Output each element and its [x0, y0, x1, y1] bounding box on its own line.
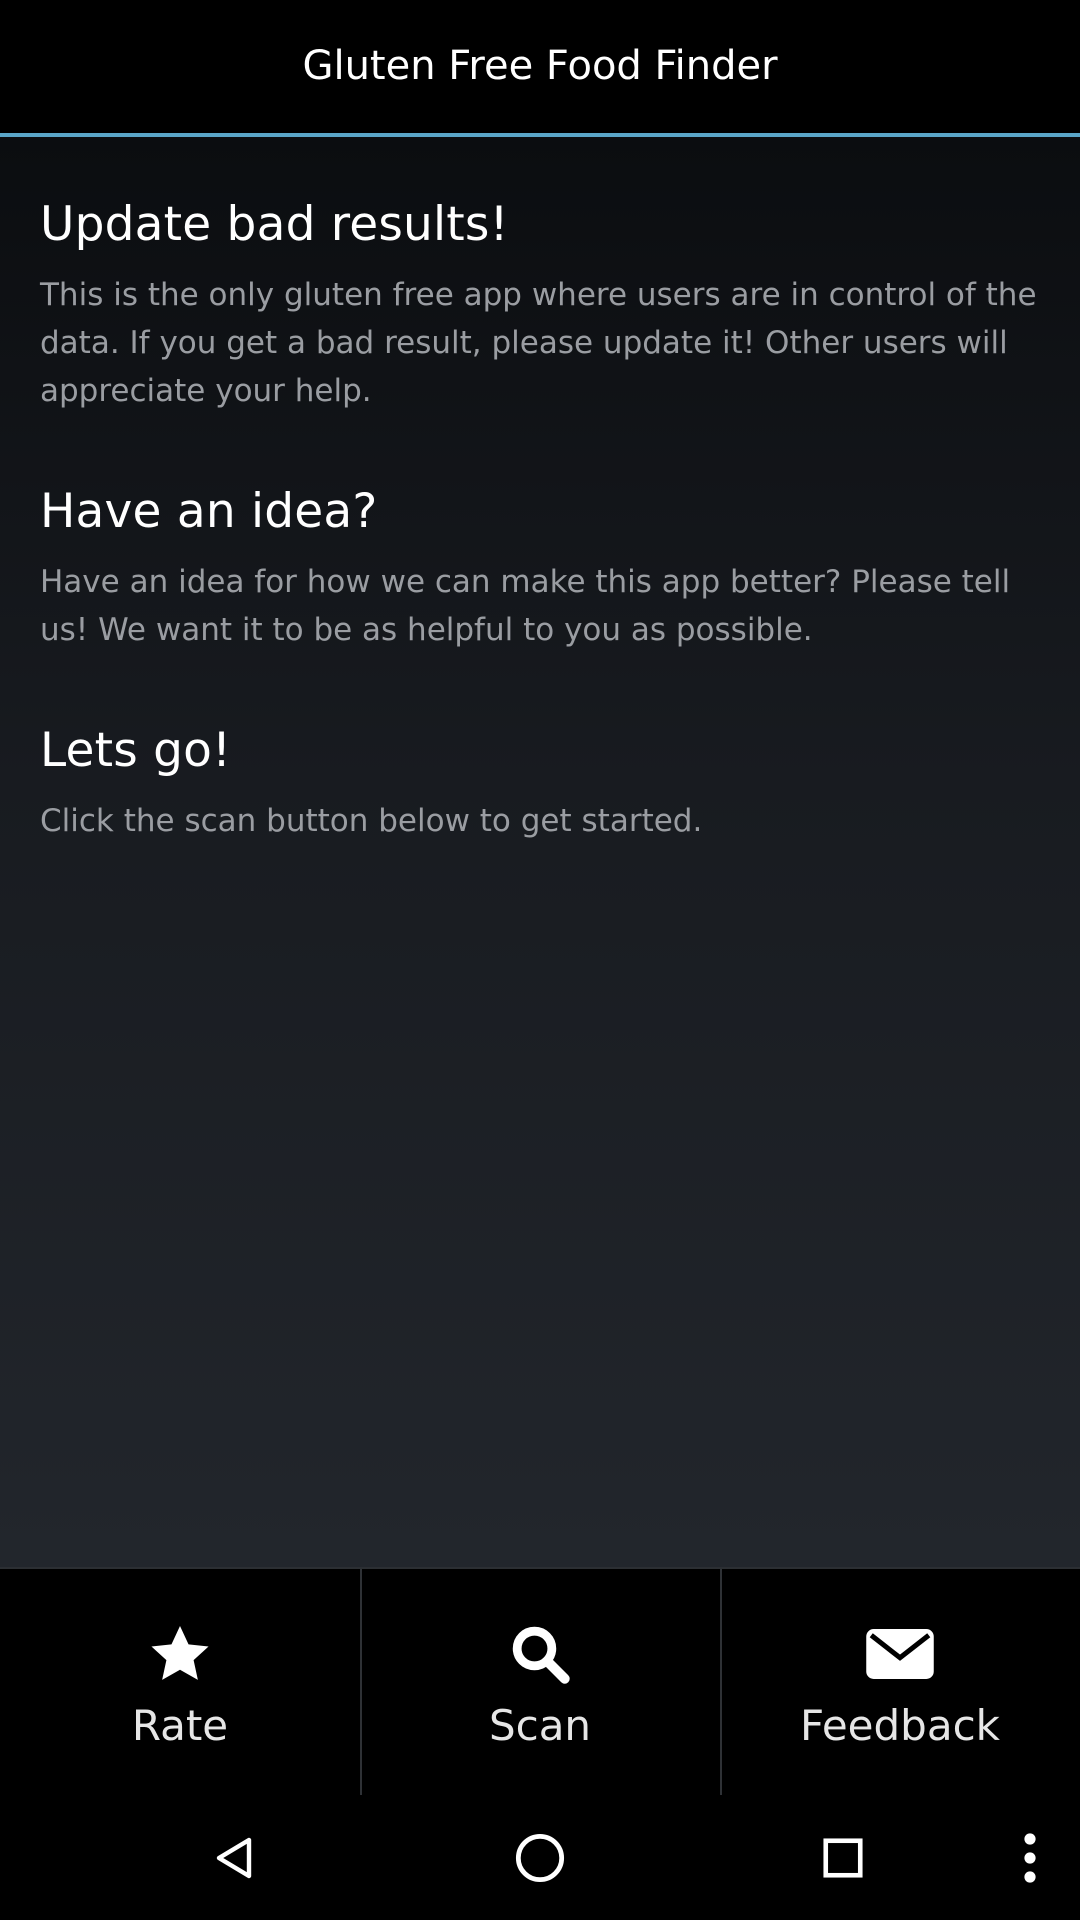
bottom-action-bar: Rate Scan Feedback: [0, 1567, 1080, 1797]
section-heading: Lets go!: [40, 723, 232, 778]
section-heading: Have an idea?: [40, 484, 378, 539]
app-title: Gluten Free Food Finder: [302, 42, 778, 89]
back-icon: [216, 1837, 252, 1878]
section-body: Have an idea for how we can make this ap…: [40, 564, 1011, 648]
section-body: This is the only gluten free app where u…: [40, 277, 1037, 409]
action-bar: Gluten Free Food Finder: [0, 0, 1080, 133]
home-icon: [515, 1833, 565, 1882]
recents-icon: [823, 1837, 863, 1878]
rate-label: Rate: [131, 1701, 229, 1750]
content-area: Update bad results! This is the only glu…: [0, 137, 1080, 1567]
section-body: Click the scan button below to get start…: [40, 803, 703, 839]
recents-button[interactable]: [793, 1795, 893, 1920]
app-screen: Gluten Free Food Finder Update bad resul…: [0, 0, 1080, 1920]
section-have-idea: Have an idea? Have an idea for how we ca…: [40, 484, 1040, 654]
search-icon: [507, 1619, 573, 1689]
section-lets-go: Lets go! Click the scan button below to …: [40, 723, 1040, 845]
feedback-label: Feedback: [799, 1701, 1000, 1750]
back-button[interactable]: [185, 1795, 285, 1920]
rate-button[interactable]: Rate: [0, 1569, 360, 1797]
star-icon: [147, 1619, 213, 1689]
section-heading: Update bad results!: [40, 197, 509, 252]
envelope-icon: [865, 1619, 935, 1689]
overflow-menu-button[interactable]: [1000, 1795, 1060, 1920]
section-update-results: Update bad results! This is the only glu…: [40, 197, 1040, 415]
overflow-menu-icon: [1024, 1832, 1036, 1883]
scan-button[interactable]: Scan: [360, 1569, 720, 1797]
feedback-button[interactable]: Feedback: [720, 1569, 1080, 1797]
scan-label: Scan: [488, 1701, 592, 1750]
home-button[interactable]: [490, 1795, 590, 1920]
system-navigation-bar: [0, 1795, 1080, 1920]
